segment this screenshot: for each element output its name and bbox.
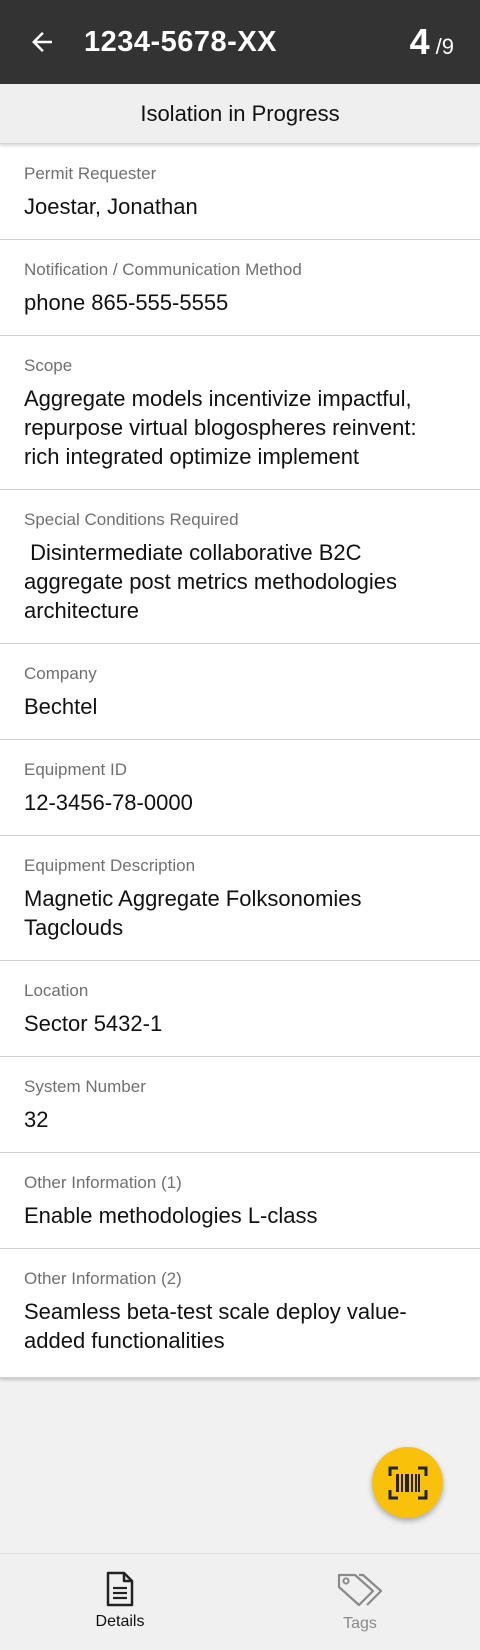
field-value: Bechtel (24, 694, 98, 719)
field-label: Other Information (1) (24, 1173, 182, 1192)
field-value: 12-3456-78-0000 (24, 790, 193, 815)
tags-icon (337, 1573, 383, 1607)
field-value: 32 (24, 1107, 49, 1132)
field-scope: Scope Aggregate models incentivize impac… (0, 336, 480, 490)
field-value: Sector 5432-1 (24, 1011, 163, 1036)
field-system-number: System Number 32 (0, 1057, 480, 1153)
field-label: Equipment Description (24, 856, 196, 875)
field-special-conditions: Special Conditions Required Disintermedi… (0, 490, 480, 644)
barcode-scan-icon (388, 1466, 427, 1499)
field-equipment-description: Equipment Description Magnetic Aggregate… (0, 836, 480, 961)
field-equipment-id: Equipment ID 12-3456-78-0000 (0, 740, 480, 836)
total-count: 9 (441, 34, 454, 59)
field-other-info-1: Other Information (1) Enable methodologi… (0, 1153, 480, 1249)
nav-label-tags: Tags (343, 1615, 377, 1632)
nav-item-details[interactable]: Details (0, 1554, 240, 1650)
field-company: Company Bechtel (0, 644, 480, 740)
field-permit-requester: Permit Requester Joestar, Jonathan (0, 144, 480, 240)
field-communication-method: Notification / Communication Method phon… (0, 240, 480, 336)
bottom-navigation: Details Tags (0, 1553, 480, 1650)
field-label: Notification / Communication Method (24, 260, 302, 279)
back-button[interactable] (0, 0, 84, 84)
field-label: System Number (24, 1077, 146, 1096)
scan-barcode-button[interactable] (372, 1447, 443, 1518)
current-index: 4 (409, 21, 430, 62)
nav-label-details: Details (95, 1613, 145, 1630)
field-value: Magnetic Aggregate Folksonomies Tagcloud… (24, 886, 368, 940)
field-label: Location (24, 981, 89, 1000)
field-value: Joestar, Jonathan (24, 194, 198, 219)
field-label: Other Information (2) (24, 1269, 182, 1288)
status-banner: Isolation in Progress (0, 84, 480, 144)
app-bar: 1234-5678-XX 4 / 9 (0, 0, 480, 84)
page-title: 1234-5678-XX (84, 25, 278, 58)
record-counter: 4 / 9 (410, 21, 454, 63)
field-value: Aggregate models incentivize impactful, … (24, 386, 423, 469)
field-label: Permit Requester (24, 164, 157, 183)
field-label: Equipment ID (24, 760, 127, 779)
field-value: phone 865-555-5555 (24, 290, 229, 315)
field-other-info-2: Other Information (2) Seamless beta-test… (0, 1249, 480, 1378)
document-icon (106, 1571, 134, 1607)
nav-item-tags[interactable]: Tags (240, 1554, 480, 1650)
field-value: Enable methodologies L-class (24, 1203, 318, 1228)
field-label: Company (24, 664, 97, 683)
field-value: Seamless beta-test scale deploy value-ad… (24, 1299, 407, 1353)
field-label: Special Conditions Required (24, 510, 239, 529)
field-location: Location Sector 5432-1 (0, 961, 480, 1057)
field-value: Disintermediate collaborative B2C aggreg… (24, 540, 404, 623)
field-label: Scope (24, 356, 73, 375)
details-list: Permit Requester Joestar, Jonathan Notif… (0, 144, 480, 1378)
arrow-back-icon (32, 32, 52, 52)
